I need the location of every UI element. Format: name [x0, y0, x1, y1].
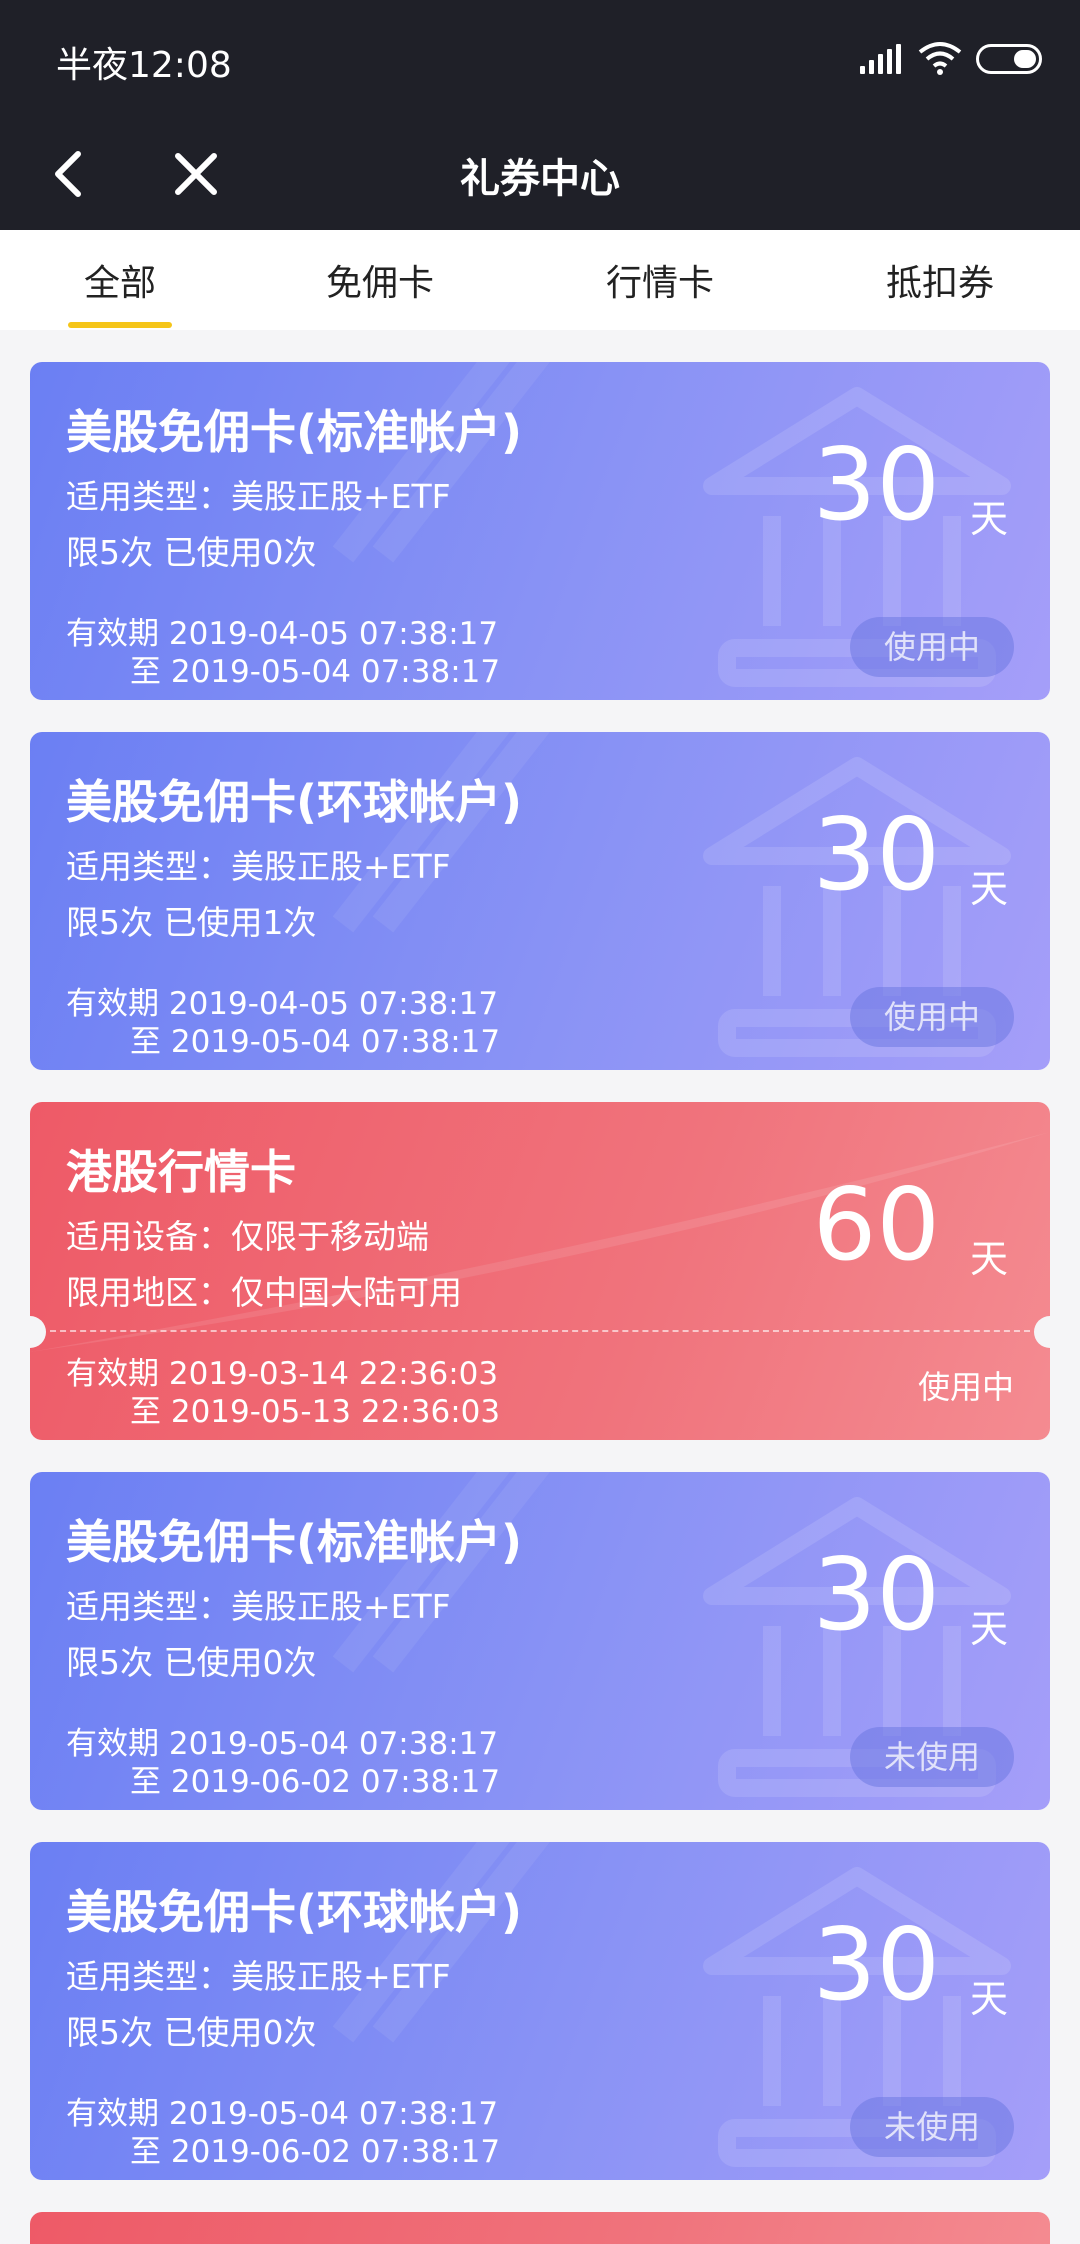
- card-decoration: [332, 732, 514, 933]
- coupon-days: 30: [812, 1906, 940, 2023]
- tab-commission-free[interactable]: 免佣卡: [320, 254, 440, 306]
- coupon-scope: 适用类型：美股正股+ETF: [66, 847, 451, 886]
- coupon-valid-to: 至 2019-05-13 22:36:03: [130, 1394, 501, 1430]
- coupon-days: 60: [812, 1166, 940, 1283]
- coupon-card[interactable]: 美股免佣卡(标准帐户) 适用类型：美股正股+ETF 限5次 已使用0次 有效期 …: [30, 362, 1050, 700]
- coupon-days-unit: 天: [969, 1977, 1008, 2021]
- card-decoration: [332, 1842, 514, 2043]
- wifi-icon: [918, 42, 962, 75]
- status-badge: 使用中: [917, 1368, 1014, 1406]
- coupon-title: 美股免佣卡(标准帐户): [66, 1515, 523, 1569]
- coupon-days: 30: [812, 796, 940, 913]
- coupon-region: 限用地区：仅中国大陆可用: [66, 1273, 462, 1312]
- nav-bar: 礼券中心: [0, 118, 1080, 230]
- coupon-card[interactable]: [30, 2212, 1050, 2244]
- tab-deduction[interactable]: 抵扣券: [880, 254, 1000, 306]
- signal-icon: [860, 44, 902, 74]
- coupon-usage: 限5次 已使用0次: [66, 533, 317, 572]
- coupon-usage: 限5次 已使用1次: [66, 903, 317, 942]
- card-divider: [50, 1330, 1030, 1332]
- coupon-days-unit: 天: [969, 1607, 1008, 1651]
- coupon-title: 美股免佣卡(标准帐户): [66, 405, 523, 459]
- coupon-days-unit: 天: [969, 1237, 1008, 1281]
- coupon-scope: 适用设备：仅限于移动端: [66, 1217, 429, 1256]
- status-badge: 使用中: [850, 617, 1014, 677]
- tab-indicator: [68, 322, 172, 328]
- status-badge: 未使用: [850, 1727, 1014, 1787]
- tab-all[interactable]: 全部: [60, 254, 180, 306]
- coupon-valid-to: 至 2019-06-02 07:38:17: [130, 1764, 501, 1800]
- coupon-scope: 适用类型：美股正股+ETF: [66, 1587, 451, 1626]
- coupon-days: 30: [812, 426, 940, 543]
- status-badge: 未使用: [850, 2097, 1014, 2157]
- coupon-usage: 限5次 已使用0次: [66, 2013, 317, 2052]
- status-bar: 半夜12:08: [0, 0, 1080, 118]
- coupon-days: 30: [812, 1536, 940, 1653]
- coupon-valid-to: 至 2019-06-02 07:38:17: [130, 2134, 501, 2170]
- tab-bar: 全部 免佣卡 行情卡 抵扣券: [0, 230, 1080, 330]
- coupon-list: 美股免佣卡(标准帐户) 适用类型：美股正股+ETF 限5次 已使用0次 有效期 …: [30, 362, 1050, 2244]
- page-title: 礼券中心: [460, 156, 620, 202]
- coupon-scope: 适用类型：美股正股+ETF: [66, 1957, 451, 1996]
- coupon-card[interactable]: 美股免佣卡(标准帐户) 适用类型：美股正股+ETF 限5次 已使用0次 有效期 …: [30, 1472, 1050, 1810]
- coupon-scope: 适用类型：美股正股+ETF: [66, 477, 451, 516]
- coupon-title: 美股免佣卡(环球帐户): [66, 775, 523, 829]
- coupon-days-unit: 天: [969, 497, 1008, 541]
- coupon-valid-to: 至 2019-05-04 07:38:17: [130, 654, 501, 690]
- tab-market-data[interactable]: 行情卡: [600, 254, 720, 306]
- coupon-days-unit: 天: [969, 867, 1008, 911]
- coupon-title: 美股免佣卡(环球帐户): [66, 1885, 523, 1939]
- coupon-title: 港股行情卡: [66, 1145, 296, 1199]
- coupon-usage: 限5次 已使用0次: [66, 1643, 317, 1682]
- coupon-card[interactable]: 港股行情卡 适用设备：仅限于移动端 限用地区：仅中国大陆可用 有效期 2019-…: [30, 1102, 1050, 1440]
- battery-icon: [976, 44, 1042, 74]
- status-badge: 使用中: [850, 987, 1014, 1047]
- coupon-card[interactable]: 美股免佣卡(环球帐户) 适用类型：美股正股+ETF 限5次 已使用0次 有效期 …: [30, 1842, 1050, 2180]
- coupon-card[interactable]: 美股免佣卡(环球帐户) 适用类型：美股正股+ETF 限5次 已使用1次 有效期 …: [30, 732, 1050, 1070]
- card-decoration: [332, 362, 514, 563]
- coupon-valid-to: 至 2019-05-04 07:38:17: [130, 1024, 501, 1060]
- status-time: 半夜12:08: [56, 45, 232, 86]
- card-decoration: [332, 1472, 514, 1673]
